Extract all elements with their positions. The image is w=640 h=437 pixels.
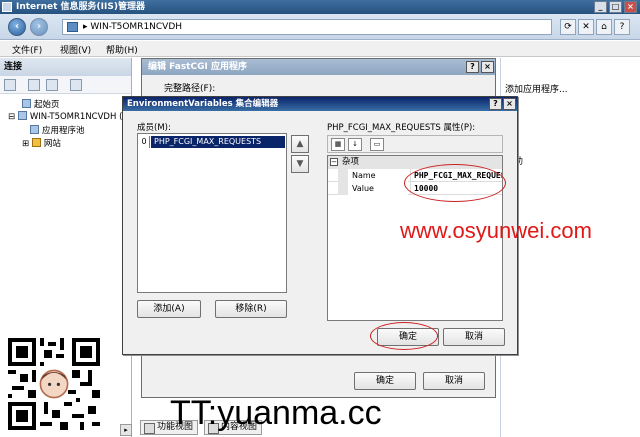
remove-member-button[interactable]: 移除(R) (215, 300, 287, 318)
list-item[interactable]: 0 PHP_FCGI_MAX_REQUESTS (139, 136, 285, 148)
iis-app-icon (2, 2, 12, 12)
annotation-ellipse-values (404, 164, 506, 202)
close-button[interactable]: × (624, 1, 637, 13)
window-title: Internet 信息服务(IIS)管理器 (16, 2, 145, 12)
connect-icon[interactable] (4, 79, 16, 91)
member-name: PHP_FCGI_MAX_REQUESTS (151, 136, 285, 148)
members-list[interactable]: 0 PHP_FCGI_MAX_REQUESTS (137, 133, 287, 293)
env-cancel-button[interactable]: 取消 (443, 328, 505, 346)
connect-server-icon[interactable] (70, 79, 82, 91)
save-icon[interactable] (28, 79, 40, 91)
address-bar: ‹ › ▸ WIN-T5OMR1NCVDH ⟳ ✕ ⌂ ? (0, 14, 640, 40)
property-name: Name (338, 169, 408, 182)
members-label: 成员(M): (137, 123, 171, 133)
properties-toolbar: ▦ ↓ ▭ (327, 135, 503, 153)
member-index: 0 (139, 136, 150, 148)
property-pages-icon[interactable]: ▭ (370, 138, 384, 151)
scroll-right-button[interactable]: ▸ (120, 424, 132, 436)
stop-icon[interactable]: ✕ (578, 19, 594, 35)
watermark-text: www.osyunwei.com (400, 218, 592, 243)
full-path-label: 完整路径(F): (164, 84, 216, 94)
categorized-icon[interactable]: ▦ (331, 138, 345, 151)
collapse-icon[interactable]: − (330, 158, 338, 166)
minimize-button[interactable]: _ (594, 1, 607, 13)
connections-toolbar (0, 76, 132, 94)
help-icon[interactable]: ? (614, 19, 630, 35)
category-label: 杂项 (342, 157, 360, 167)
tree-item-sites[interactable]: ⊞ 网站 (22, 137, 61, 149)
menu-bar: 文件(F) 视图(V) 帮助(H) (0, 41, 640, 57)
maximize-button[interactable]: □ (609, 1, 622, 13)
add-member-button[interactable]: 添加(A) (137, 300, 201, 318)
sites-folder-icon (31, 138, 41, 147)
env-close-button[interactable]: × (503, 98, 516, 110)
env-dialog-title: EnvironmentVariables 集合编辑器 (123, 97, 517, 111)
menu-view[interactable]: 视图(V) (60, 43, 91, 56)
fastcgi-help-button[interactable]: ? (466, 61, 479, 73)
properties-label: PHP_FCGI_MAX_REQUESTS 属性(P): (327, 123, 476, 133)
up-icon[interactable] (46, 79, 58, 91)
tree-item-server[interactable]: ⊟ WIN-T5OMR1NCVDH (W (8, 111, 131, 122)
app-pool-icon (30, 125, 39, 134)
server-icon (67, 22, 78, 32)
menu-file[interactable]: 文件(F) (12, 43, 42, 56)
actions-pane: 添加应用程序... ... 帮助 (500, 58, 640, 437)
back-arrow-icon[interactable]: ‹ (8, 18, 26, 36)
move-down-icon[interactable]: ▼ (291, 155, 309, 173)
refresh-icon[interactable]: ⟳ (560, 19, 576, 35)
fastcgi-dialog-title: 编辑 FastCGI 应用程序 (142, 59, 495, 75)
fastcgi-cancel-button[interactable]: 取消 (423, 372, 485, 390)
forward-arrow-icon[interactable]: › (30, 18, 48, 36)
tree-item-start-page[interactable]: 起始页 (22, 98, 60, 110)
fastcgi-close-button[interactable]: × (481, 61, 494, 73)
tree-item-app-pools[interactable]: 应用程序池 (30, 124, 85, 136)
fastcgi-ok-button[interactable]: 确定 (354, 372, 416, 390)
server-icon (17, 111, 27, 120)
move-up-icon[interactable]: ▲ (291, 135, 309, 153)
brand-text: TT:yuanma.cc (170, 394, 382, 432)
window-titlebar: Internet 信息服务(IIS)管理器 _ □ × (0, 0, 640, 14)
annotation-ellipse-ok (370, 322, 438, 350)
address-separator: ▸ (83, 22, 88, 32)
connections-header: 连接 (0, 58, 132, 76)
env-help-button[interactable]: ? (489, 98, 502, 110)
action-add-application[interactable]: 添加应用程序... (505, 82, 568, 95)
menu-help[interactable]: 帮助(H) (106, 43, 138, 56)
qr-code (8, 338, 100, 430)
address-field[interactable]: ▸ WIN-T5OMR1NCVDH (62, 19, 552, 35)
property-name: Value (338, 182, 408, 195)
sort-alpha-icon[interactable]: ↓ (348, 138, 362, 151)
address-text: WIN-T5OMR1NCVDH (90, 22, 183, 32)
start-page-icon (22, 99, 31, 108)
home-icon[interactable]: ⌂ (596, 19, 612, 35)
